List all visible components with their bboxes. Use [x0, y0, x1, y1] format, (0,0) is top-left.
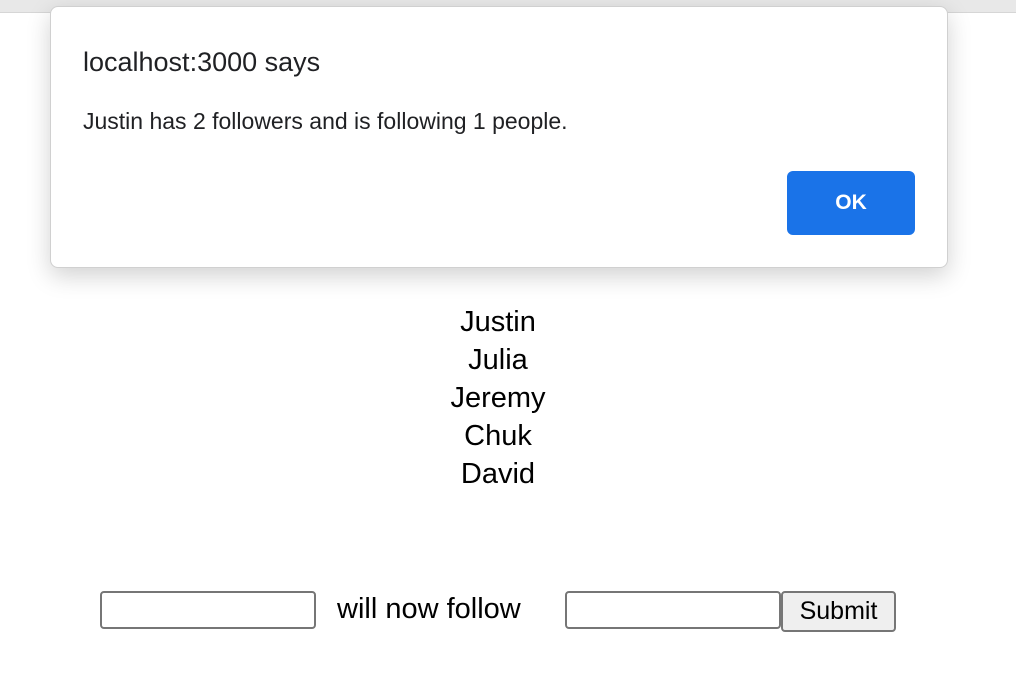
user-name: Justin — [460, 306, 536, 338]
user-name: David — [460, 458, 536, 490]
ok-button[interactable]: OK — [787, 171, 915, 235]
dialog-title: localhost:3000 says — [83, 47, 321, 77]
followee-input[interactable] — [565, 591, 781, 629]
user-name: Jeremy — [450, 382, 546, 414]
follower-input[interactable] — [100, 591, 316, 629]
dialog-message: Justin has 2 followers and is following … — [83, 108, 568, 134]
will-now-follow-label: will now follow — [337, 593, 521, 625]
user-list: Justin Julia Jeremy Chuk David — [0, 303, 996, 493]
user-name: Julia — [468, 344, 528, 376]
submit-button[interactable]: Submit — [781, 591, 896, 632]
alert-dialog: localhost:3000 says Justin has 2 followe… — [50, 6, 948, 268]
user-name: Chuk — [464, 420, 532, 452]
